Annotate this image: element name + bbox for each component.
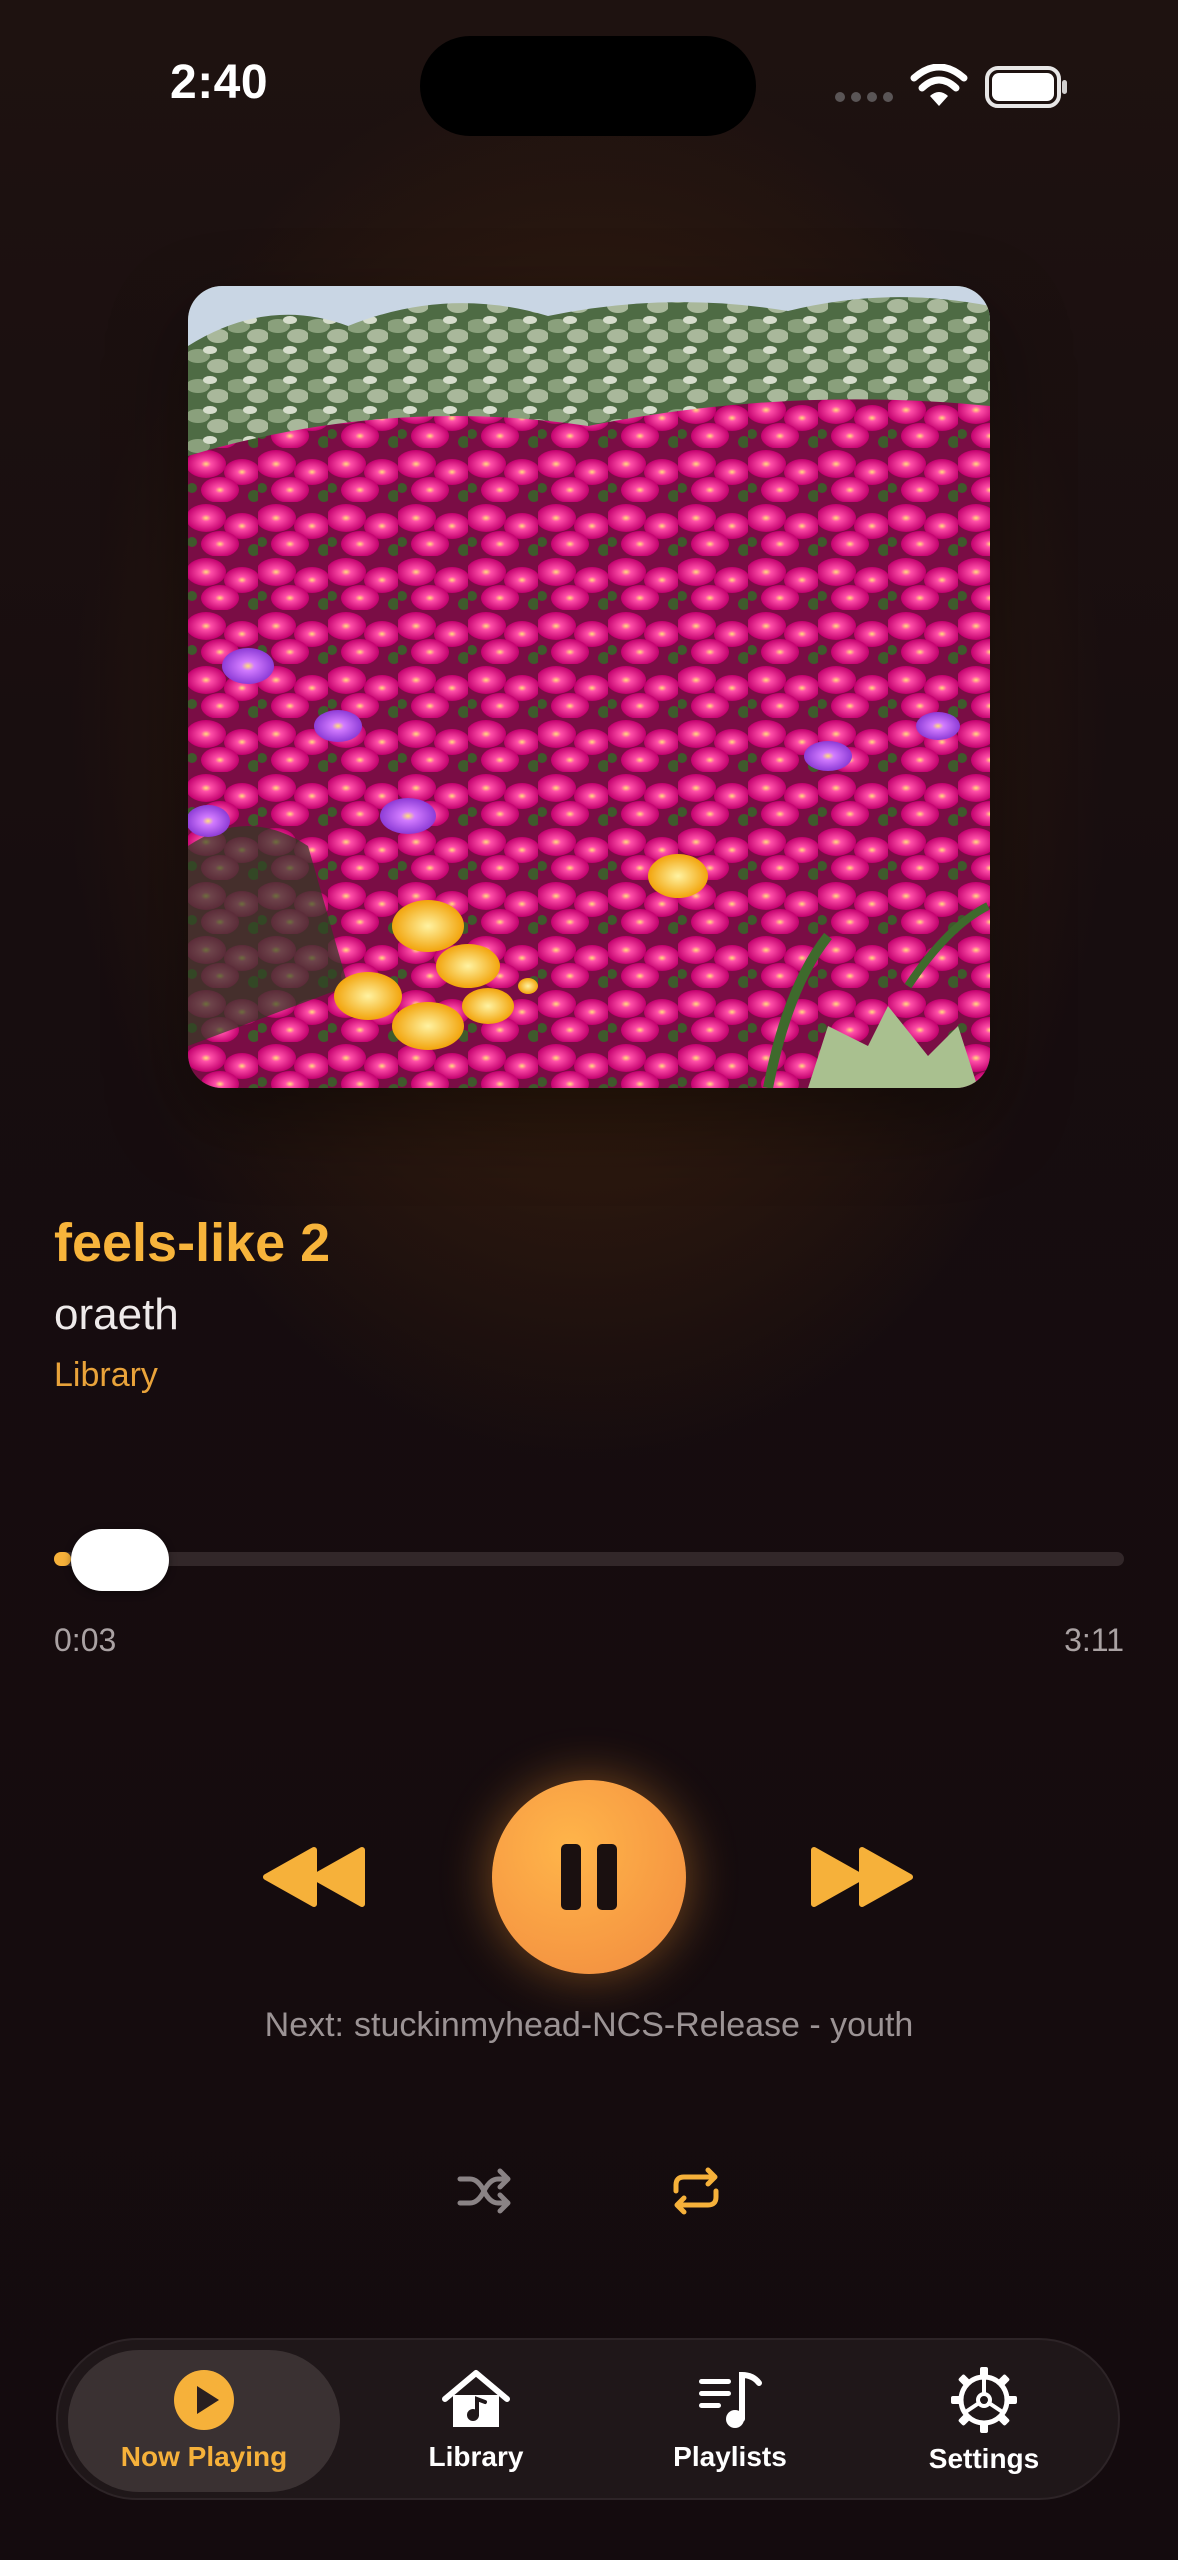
next-track-label: Next: stuckinmyhead-NCS-Release - youth [0, 2006, 1178, 2045]
progress-fill [54, 1552, 72, 1566]
total-duration: 3:11 [1064, 1622, 1124, 1658]
tab-label: Playlists [673, 2441, 787, 2472]
shuffle-icon [457, 2168, 511, 2214]
play-circle-icon [174, 2370, 234, 2430]
battery-icon [985, 66, 1069, 113]
tab-library[interactable]: Library [340, 2350, 612, 2492]
progress-thumb[interactable] [71, 1529, 170, 1591]
tab-label: Settings [928, 2443, 1040, 2474]
track-source[interactable]: Library [54, 1356, 158, 1395]
dynamic-island [420, 36, 756, 136]
tab-label: Library [428, 2441, 524, 2472]
track-title: feels-like 2 [54, 1213, 331, 1273]
tab-settings[interactable]: Settings [848, 2350, 1120, 2492]
status-time: 2:40 [170, 56, 269, 109]
album-artwork[interactable] [188, 286, 990, 1088]
track-artist[interactable]: oraeth [54, 1290, 179, 1340]
gear-icon [951, 2367, 1017, 2433]
shuffle-button[interactable] [456, 2167, 512, 2220]
progress-slider[interactable] [54, 1552, 1124, 1566]
tab-playlists[interactable]: Playlists [594, 2350, 866, 2492]
elapsed-time: 0:03 [54, 1622, 117, 1658]
tab-label: Now Playing [120, 2441, 288, 2472]
tab-now-playing[interactable]: Now Playing [68, 2350, 340, 2492]
cellular-dots-icon [835, 92, 893, 102]
pause-button[interactable] [492, 1780, 686, 1974]
fast-forward-button[interactable] [808, 1846, 914, 1908]
repeat-button[interactable] [668, 2167, 724, 2220]
playlist-icon [699, 2371, 762, 2428]
rewind-button[interactable] [262, 1846, 368, 1908]
fast-forward-icon [811, 1847, 913, 1907]
tab-bar: Now Playing Library Playlists Settings [56, 2338, 1120, 2500]
wifi-icon [910, 63, 968, 113]
rewind-icon [263, 1847, 365, 1907]
next-track-name: stuckinmyhead-NCS-Release - youth [354, 2006, 914, 2044]
pause-icon [561, 1844, 617, 1910]
repeat-icon [673, 2167, 719, 2215]
now-playing-screen: 2:40 feels-like 2 oraeth Library 0:03 3:… [0, 0, 1178, 2560]
next-prefix: Next: [264, 2006, 344, 2044]
home-music-icon [442, 2370, 510, 2427]
